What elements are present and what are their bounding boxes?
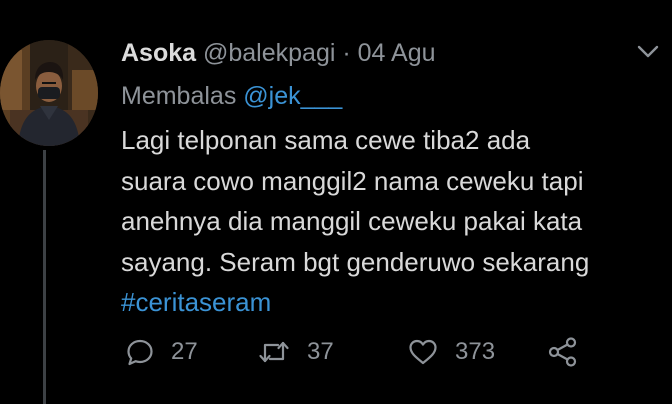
thread-line: [43, 150, 46, 404]
retweet-arrows-icon: [259, 341, 289, 363]
retweet-button[interactable]: 37: [257, 334, 334, 370]
tweet-header: Asoka @balekpagi · 04 Agu: [121, 36, 436, 70]
reply-mention-link[interactable]: @jek___: [243, 82, 342, 110]
tweet-text-line: Lagi telponan sama cewe tiba2 ada: [121, 125, 531, 155]
tweet-text: Lagi telponan sama cewe tiba2 ada suara …: [121, 120, 666, 323]
reply-prefix: Membalas: [121, 82, 237, 110]
share-nodes-icon: [548, 337, 577, 367]
reply-count: 27: [171, 338, 198, 365]
tweet-date[interactable]: 04 Agu: [358, 39, 436, 67]
share-button[interactable]: [547, 334, 579, 370]
tweet-text-line: anehnya dia manggil ceweku pakai kata: [121, 206, 583, 236]
author-handle[interactable]: @balekpagi: [203, 39, 335, 67]
avatar[interactable]: [0, 40, 98, 146]
like-count: 373: [455, 338, 496, 365]
like-button[interactable]: 373: [407, 334, 495, 370]
speech-bubble-icon: [127, 339, 153, 366]
retweet-count: 37: [307, 338, 334, 365]
tweet-card[interactable]: Asoka @balekpagi · 04 Agu Membalas @jek_…: [0, 0, 672, 404]
hashtag-link[interactable]: #ceritaseram: [121, 282, 666, 323]
tweet-text-line: sayang. Seram bgt genderuwo sekarang: [121, 246, 590, 277]
reply-button[interactable]: 27: [125, 334, 198, 370]
author-name[interactable]: Asoka: [121, 39, 196, 67]
avatar-photo: [0, 40, 98, 146]
meta-separator: ·: [342, 39, 351, 67]
tweet-actions: 27 37 373: [125, 334, 665, 370]
chevron-down-icon: [637, 45, 659, 58]
tweet-menu-button[interactable]: [634, 42, 662, 62]
reply-context: Membalas @jek___: [121, 79, 342, 113]
heart-outline-icon: [409, 339, 437, 365]
tweet-text-line: suara cowo manggil2 nama ceweku tapi: [121, 165, 584, 196]
